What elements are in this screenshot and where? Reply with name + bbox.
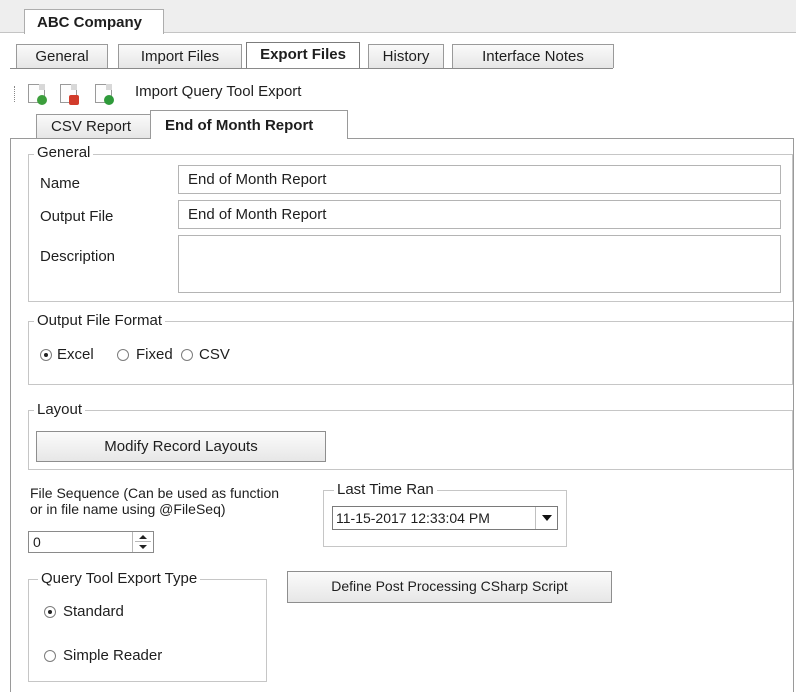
fixed-radio[interactable] (117, 349, 129, 361)
modify-record-layouts-button[interactable]: Modify Record Layouts (36, 431, 326, 462)
name-field[interactable]: End of Month Report (178, 165, 781, 194)
csv-radio[interactable] (181, 349, 193, 361)
dropdown-button[interactable] (535, 507, 557, 529)
chevron-down-icon[interactable] (542, 515, 552, 521)
excel-radio[interactable] (40, 349, 52, 361)
tab-divider (10, 68, 613, 69)
output-file-field[interactable]: End of Month Report (178, 200, 781, 229)
last-time-ran-value: 11-15-2017 12:33:04 PM (336, 510, 490, 526)
file-sequence-value[interactable]: 0 (33, 534, 41, 550)
description-label: Description (40, 248, 116, 265)
delete-badge (69, 95, 79, 105)
arrow-badge (104, 95, 114, 105)
add-document-icon[interactable] (28, 84, 47, 105)
last-time-ran-combo[interactable]: 11-15-2017 12:33:04 PM (332, 506, 558, 530)
query-tool-export-type-group (28, 579, 267, 682)
output-file-label: Output File (40, 208, 114, 225)
standard-radio[interactable] (44, 606, 56, 618)
plus-badge (37, 95, 47, 105)
subtab-csv-report[interactable]: CSV Report (36, 114, 156, 138)
file-sequence-label-2: or in file name using @FileSeq) (30, 501, 226, 517)
stepper-buttons[interactable] (132, 532, 153, 552)
csv-label[interactable]: CSV (199, 346, 230, 363)
excel-label[interactable]: Excel (57, 346, 94, 363)
tab-import-files[interactable]: Import Files (118, 44, 242, 68)
tab-interface-notes[interactable]: Interface Notes (452, 44, 614, 68)
stepper-divider (135, 541, 151, 542)
description-field[interactable] (178, 235, 781, 293)
file-sequence-label-1: File Sequence (Can be used as function (30, 485, 280, 501)
stepper-down-icon[interactable] (139, 545, 147, 549)
simple-reader-label[interactable]: Simple Reader (63, 647, 162, 664)
fixed-label[interactable]: Fixed (136, 346, 173, 363)
general-group-title: General (34, 145, 94, 161)
import-document-icon[interactable] (95, 84, 114, 105)
subtab-end-of-month-report[interactable]: End of Month Report (150, 110, 348, 139)
import-query-tool-export-label[interactable]: Import Query Tool Export (135, 83, 301, 100)
file-sequence-stepper[interactable]: 0 (28, 531, 154, 553)
last-time-ran-title: Last Time Ran (334, 482, 437, 498)
toolbar-grip (14, 86, 16, 102)
define-post-processing-button[interactable]: Define Post Processing CSharp Script (287, 571, 612, 603)
query-tool-export-type-title: Query Tool Export Type (38, 571, 201, 587)
stepper-up-icon[interactable] (139, 535, 147, 539)
layout-title: Layout (34, 402, 86, 418)
window-title-tab[interactable]: ABC Company (24, 9, 164, 34)
tab-history[interactable]: History (368, 44, 444, 68)
name-label: Name (40, 175, 81, 192)
delete-document-icon[interactable] (60, 84, 79, 105)
standard-label[interactable]: Standard (63, 603, 124, 620)
output-format-title: Output File Format (34, 313, 166, 329)
simple-reader-radio[interactable] (44, 650, 56, 662)
tab-export-files[interactable]: Export Files (246, 42, 360, 69)
tab-general[interactable]: General (16, 44, 108, 68)
